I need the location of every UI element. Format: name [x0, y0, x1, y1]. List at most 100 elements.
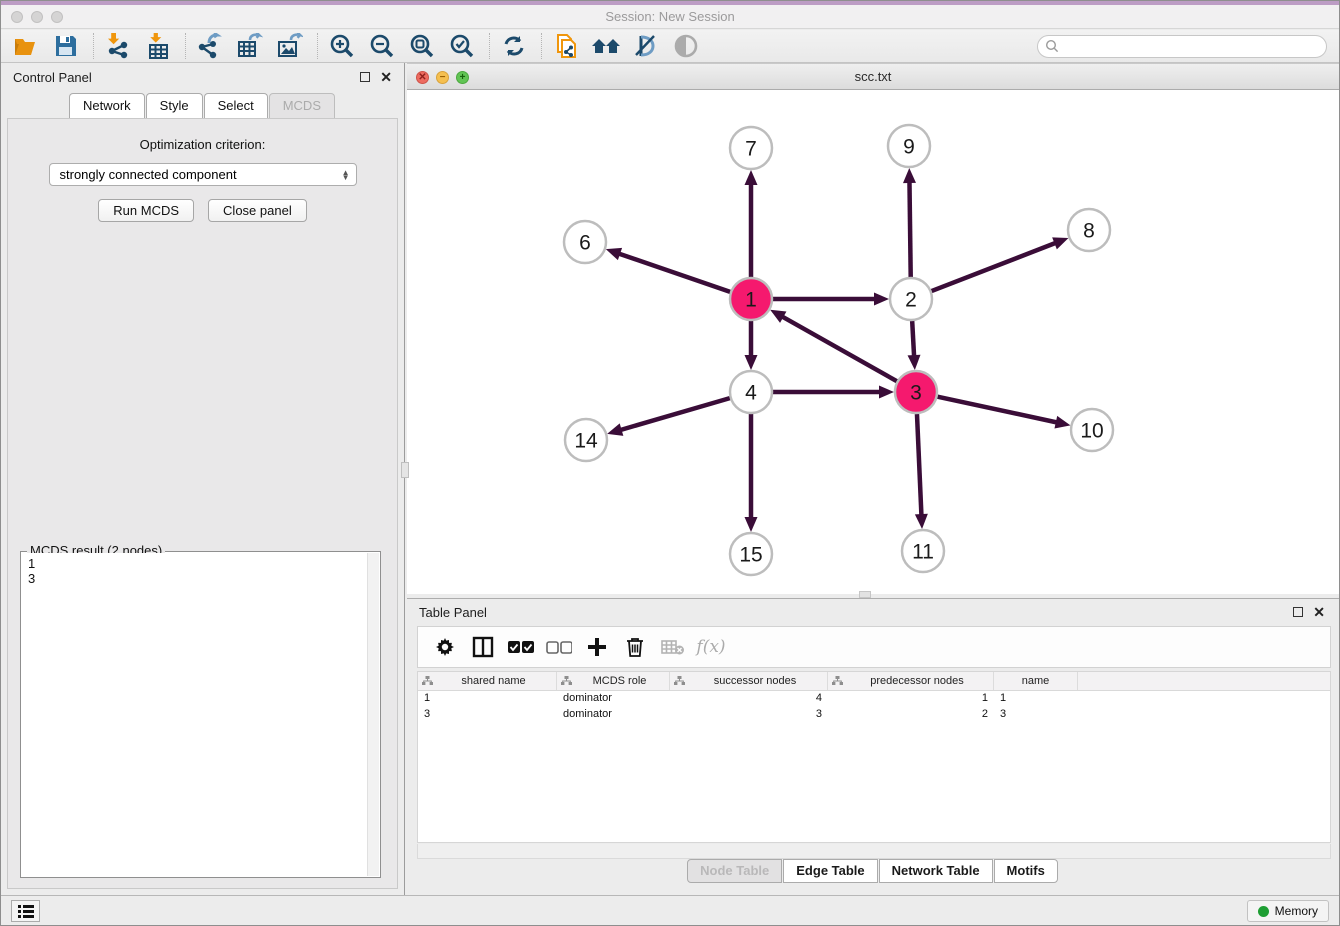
arrowhead-1-6 [606, 248, 622, 260]
deselect-all-icon[interactable] [544, 632, 574, 662]
network-graph[interactable]: 7968124314101511 [407, 90, 1340, 594]
tab-network[interactable]: Network [69, 93, 145, 118]
toolbar-separator [317, 33, 318, 59]
edge-2-3[interactable] [912, 321, 914, 357]
node-label-10: 10 [1080, 420, 1103, 443]
close-table-panel-icon[interactable]: ✕ [1313, 607, 1325, 617]
tab-motifs[interactable]: Motifs [994, 859, 1058, 883]
edge-2-9[interactable] [909, 181, 910, 277]
first-neighbors-icon[interactable] [591, 32, 621, 60]
column-header-MCDS-role[interactable]: MCDS role [557, 672, 670, 690]
node-label-1: 1 [745, 289, 757, 312]
node-label-11: 11 [912, 541, 934, 564]
import-table-icon[interactable] [143, 32, 173, 60]
close-panel-button[interactable]: Close panel [208, 199, 307, 222]
node-label-9: 9 [903, 136, 915, 159]
column-header-name[interactable]: name [994, 672, 1078, 690]
delete-rows-icon[interactable] [620, 632, 650, 662]
hide-selected-icon[interactable] [631, 32, 661, 60]
memory-button[interactable]: Memory [1247, 900, 1329, 922]
edge-4-14[interactable] [620, 398, 730, 430]
gear-icon[interactable] [430, 632, 460, 662]
tab-style[interactable]: Style [146, 93, 203, 118]
column-header-shared-name[interactable]: shared name [418, 672, 557, 690]
vertical-splitter-handle[interactable] [401, 462, 409, 478]
toolbar-separator [489, 33, 490, 59]
network-canvas[interactable]: 7968124314101511 [407, 90, 1339, 594]
control-panel: Control Panel ✕ NetworkStyleSelectMCDS O… [1, 63, 405, 895]
tab-edge-table[interactable]: Edge Table [783, 859, 877, 883]
os-titlebar: Session: New Session [1, 5, 1339, 29]
import-network-icon[interactable] [103, 32, 133, 60]
optimization-criterion-label: Optimization criterion: [8, 137, 397, 152]
apply-layout-icon[interactable] [499, 32, 529, 60]
optimization-criterion-select[interactable]: strongly connected component ▲▼ [49, 163, 357, 186]
open-session-icon[interactable] [11, 32, 41, 60]
toolbar-separator [185, 33, 186, 59]
sort-tree-icon [674, 676, 685, 686]
export-image-icon[interactable] [275, 32, 305, 60]
table-panel-header: Table Panel ✕ [407, 599, 1339, 625]
split-columns-icon[interactable] [468, 632, 498, 662]
control-panel-header: Control Panel ✕ [1, 63, 404, 91]
zoom-out-icon[interactable] [367, 32, 397, 60]
session-title: Session: New Session [1, 9, 1339, 24]
column-header-successor-nodes[interactable]: successor nodes [670, 672, 828, 690]
graphics-details-icon[interactable] [671, 32, 701, 60]
network-window-titlebar: ✕ − + scc.txt [407, 63, 1339, 90]
tab-network-table[interactable]: Network Table [879, 859, 993, 883]
table-toolbar: f(x) [417, 626, 1331, 668]
toolbar-separator [93, 33, 94, 59]
table-row[interactable]: 1dominator411 [418, 691, 1330, 707]
run-mcds-button[interactable]: Run MCDS [98, 199, 194, 222]
search-box[interactable] [1037, 35, 1327, 58]
cell-successor-nodes: 3 [670, 707, 828, 723]
selected-criterion: strongly connected component [60, 167, 342, 182]
save-session-icon[interactable] [51, 32, 81, 60]
mcds-result-group: MCDS result (2 nodes) 1 3 [20, 551, 381, 878]
add-row-icon[interactable] [582, 632, 612, 662]
arrowhead-1-4 [745, 355, 758, 370]
float-panel-icon[interactable] [360, 72, 370, 82]
zoom-fit-icon[interactable] [407, 32, 437, 60]
float-table-panel-icon[interactable] [1293, 607, 1303, 617]
arrowhead-3-11 [915, 514, 928, 529]
select-all-icon[interactable] [506, 632, 536, 662]
node-label-8: 8 [1083, 220, 1095, 243]
toolbar-separator [541, 33, 542, 59]
arrowhead-2-8 [1052, 237, 1068, 249]
function-builder-icon[interactable]: f(x) [696, 632, 726, 662]
memory-label: Memory [1275, 904, 1318, 918]
table-scrollbar[interactable] [417, 844, 1331, 859]
edge-3-10[interactable] [938, 397, 1058, 423]
cell-name: 3 [994, 707, 1078, 723]
result-scrollbar[interactable] [367, 553, 379, 876]
zoom-selected-icon[interactable] [447, 32, 477, 60]
tab-mcds[interactable]: MCDS [269, 93, 335, 118]
table-header-row: shared nameMCDS rolesuccessor nodesprede… [418, 672, 1330, 691]
export-table-icon[interactable] [235, 32, 265, 60]
clone-network-icon[interactable] [551, 32, 581, 60]
delete-table-icon[interactable] [658, 632, 688, 662]
table-panel-title: Table Panel [419, 605, 487, 620]
control-panel-title: Control Panel [13, 70, 92, 85]
close-panel-icon[interactable]: ✕ [380, 72, 392, 82]
edge-3-1[interactable] [781, 316, 896, 381]
tab-node-table[interactable]: Node Table [687, 859, 782, 883]
table-row[interactable]: 3dominator323 [418, 707, 1330, 723]
edge-1-6[interactable] [618, 253, 730, 291]
edge-3-11[interactable] [917, 414, 921, 516]
task-history-button[interactable] [11, 900, 40, 922]
search-icon [1045, 39, 1059, 53]
node-table[interactable]: shared nameMCDS rolesuccessor nodesprede… [417, 671, 1331, 843]
sort-tree-icon [561, 676, 572, 686]
zoom-in-icon[interactable] [327, 32, 357, 60]
tab-select[interactable]: Select [204, 93, 268, 118]
cell-shared-name: 1 [418, 691, 557, 707]
edge-2-8[interactable] [932, 243, 1057, 291]
column-header-predecessor-nodes[interactable]: predecessor nodes [828, 672, 994, 690]
export-network-icon[interactable] [195, 32, 225, 60]
select-stepper-icon: ▲▼ [342, 170, 350, 180]
search-input[interactable] [1059, 37, 1326, 56]
horizontal-splitter-handle[interactable] [859, 591, 871, 598]
